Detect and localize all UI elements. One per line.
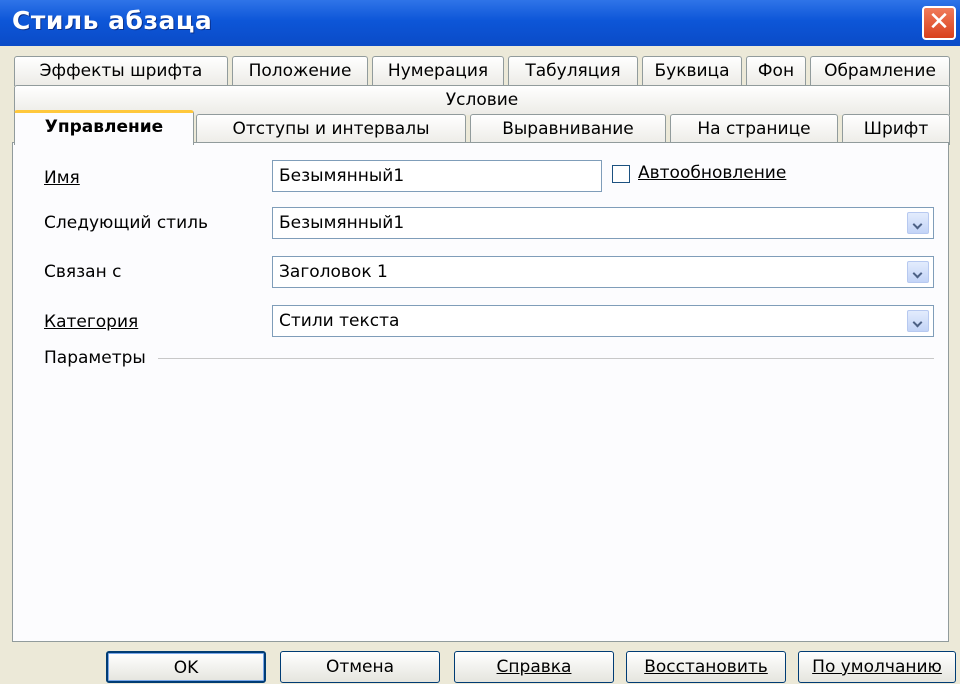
tab-organizer[interactable]: Управление <box>14 110 194 145</box>
category-select[interactable]: Стили текста <box>272 305 934 337</box>
tab-text-flow[interactable]: На странице <box>670 114 838 145</box>
chevron-down-icon[interactable] <box>907 212 929 234</box>
tab-font[interactable]: Шрифт <box>842 114 950 145</box>
help-button[interactable]: Справка <box>454 651 614 683</box>
tab-numbering[interactable]: Нумерация <box>372 56 504 86</box>
linked-with-label: Связан с <box>44 262 122 282</box>
linked-with-select[interactable]: Заголовок 1 <box>272 256 934 288</box>
next-style-value: Безымянный1 <box>279 213 405 233</box>
tab-drop-caps[interactable]: Буквица <box>642 56 742 86</box>
close-button[interactable]: ✕ <box>922 6 956 40</box>
autoupdate-label: Автообновление <box>638 163 787 183</box>
window-title: Стиль абзаца <box>12 6 213 35</box>
tab-borders[interactable]: Обрамление <box>810 56 950 86</box>
default-button[interactable]: По умолчанию <box>798 651 956 683</box>
title-bar: Стиль абзаца ✕ <box>0 0 960 46</box>
reset-button[interactable]: Восстановить <box>626 651 786 683</box>
chevron-down-icon[interactable] <box>907 310 929 332</box>
close-icon: ✕ <box>928 7 950 37</box>
parameters-heading: Параметры <box>44 348 146 368</box>
next-style-label: Следующий стиль <box>44 213 209 233</box>
tab-tabs[interactable]: Табуляция <box>508 56 638 86</box>
tab-background[interactable]: Фон <box>746 56 806 86</box>
tab-indents-spacing[interactable]: Отступы и интервалы <box>196 114 466 145</box>
cancel-button[interactable]: Отмена <box>280 651 440 683</box>
name-input[interactable]: Безымянный1 <box>272 160 602 192</box>
category-value: Стили текста <box>279 311 400 331</box>
ok-button[interactable]: OK <box>106 651 266 683</box>
tab-font-effects[interactable]: Эффекты шрифта <box>14 56 228 86</box>
chevron-down-icon[interactable] <box>907 261 929 283</box>
next-style-select[interactable]: Безымянный1 <box>272 207 934 239</box>
tab-position[interactable]: Положение <box>232 56 368 86</box>
category-label: Категория <box>44 312 139 332</box>
parameters-divider <box>158 358 934 359</box>
linked-with-value: Заголовок 1 <box>279 262 388 282</box>
tab-alignment[interactable]: Выравнивание <box>470 114 666 145</box>
autoupdate-checkbox[interactable] <box>612 165 630 183</box>
name-label: Имя <box>44 168 80 188</box>
